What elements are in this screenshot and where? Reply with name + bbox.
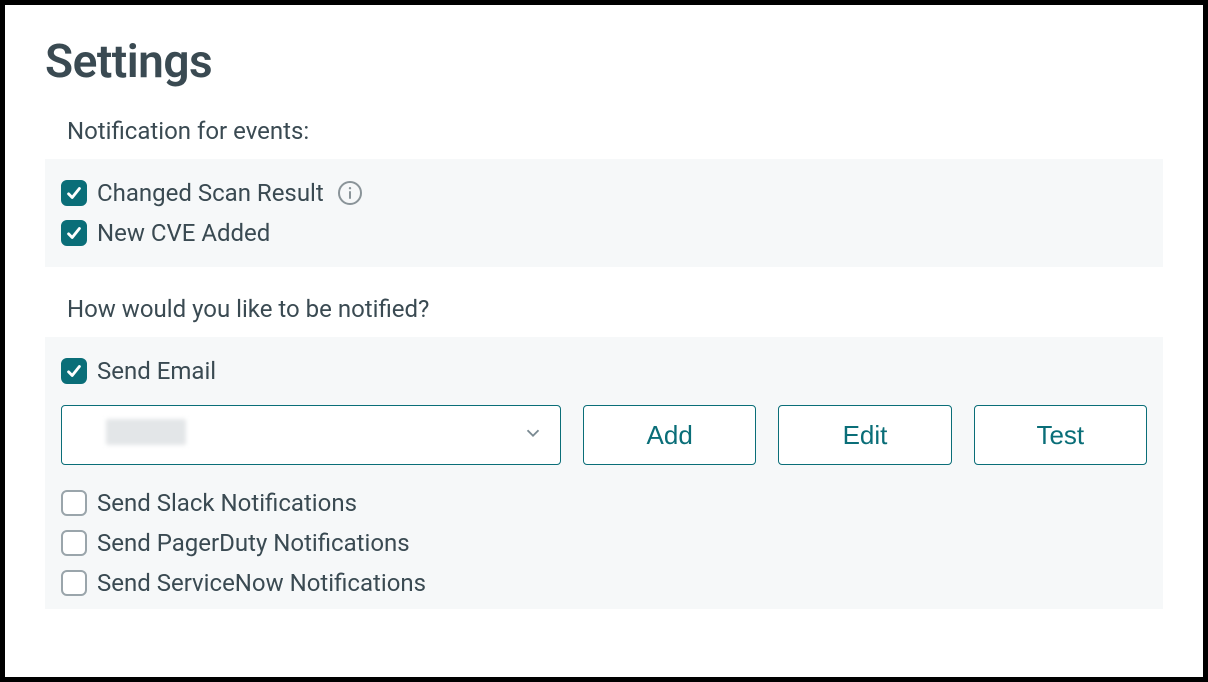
option-send-slack: Send Slack Notifications bbox=[61, 483, 1147, 523]
checkbox-send-slack[interactable] bbox=[61, 490, 87, 516]
events-section-label: Notification for events: bbox=[67, 117, 1163, 145]
redacted-value bbox=[106, 419, 186, 445]
edit-button[interactable]: Edit bbox=[778, 405, 951, 465]
checkbox-send-email[interactable] bbox=[61, 358, 87, 384]
dropdown-value bbox=[78, 419, 522, 451]
email-action-row: Add Edit Test bbox=[61, 405, 1147, 465]
test-button[interactable]: Test bbox=[974, 405, 1147, 465]
option-new-cve-added: New CVE Added bbox=[61, 213, 1147, 253]
notify-section-label: How would you like to be notified? bbox=[67, 295, 1163, 323]
checkbox-send-servicenow[interactable] bbox=[61, 570, 87, 596]
email-dropdown[interactable] bbox=[61, 405, 561, 465]
option-send-servicenow: Send ServiceNow Notifications bbox=[61, 563, 1147, 603]
option-send-email: Send Email bbox=[61, 351, 1147, 391]
option-label: Send ServiceNow Notifications bbox=[97, 569, 426, 597]
option-label: Send Slack Notifications bbox=[97, 489, 357, 517]
checkbox-send-pagerduty[interactable] bbox=[61, 530, 87, 556]
checkbox-new-cve-added[interactable] bbox=[61, 220, 87, 246]
checkbox-changed-scan-result[interactable] bbox=[61, 180, 87, 206]
option-changed-scan-result: Changed Scan Result bbox=[61, 173, 1147, 213]
page-title: Settings bbox=[45, 35, 1163, 89]
option-label: Send PagerDuty Notifications bbox=[97, 529, 410, 557]
add-button[interactable]: Add bbox=[583, 405, 756, 465]
events-section-panel: Changed Scan Result New CVE Added bbox=[45, 159, 1163, 267]
option-label: Send Email bbox=[97, 357, 216, 385]
chevron-down-icon bbox=[522, 422, 544, 448]
option-send-pagerduty: Send PagerDuty Notifications bbox=[61, 523, 1147, 563]
notify-section-panel: Send Email Add Edit Test Send Slack Noti… bbox=[45, 337, 1163, 609]
option-label: Changed Scan Result bbox=[97, 179, 324, 207]
info-icon[interactable] bbox=[338, 181, 362, 205]
option-label: New CVE Added bbox=[97, 219, 270, 247]
